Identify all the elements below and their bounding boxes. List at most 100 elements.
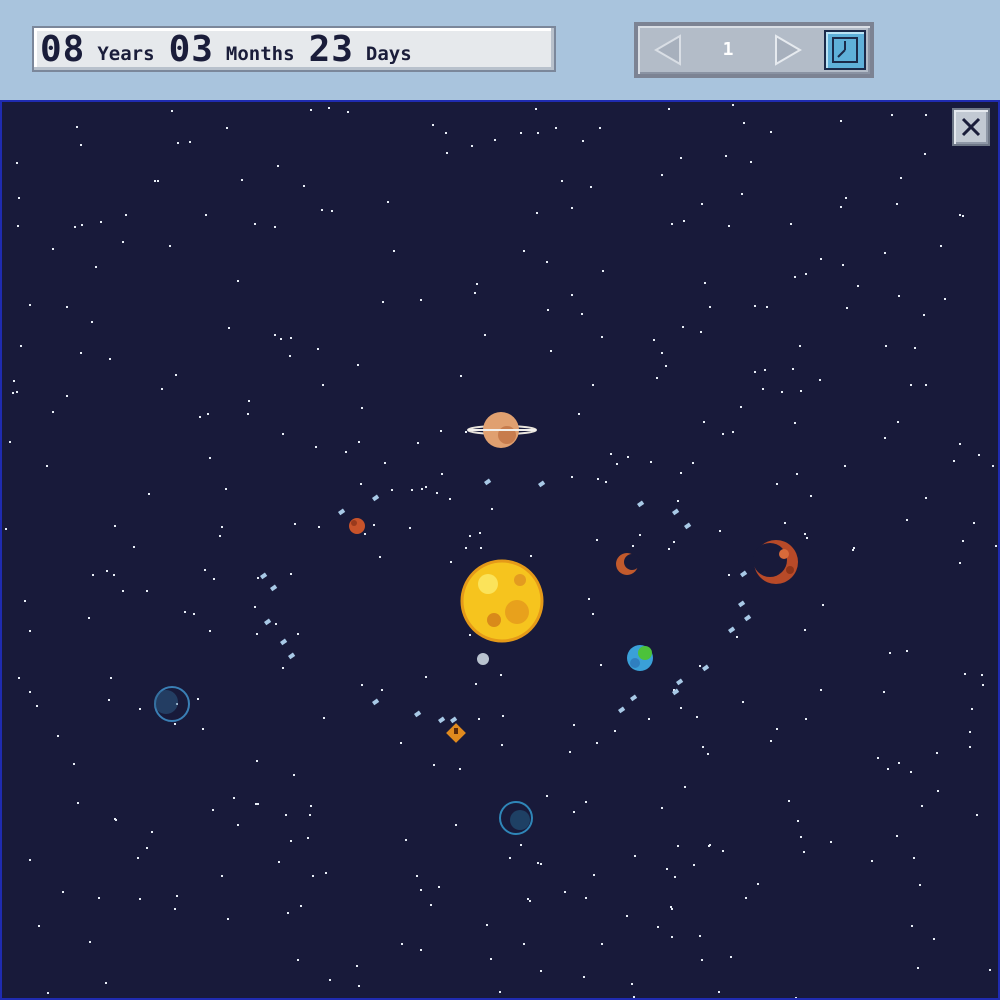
- star: [465, 547, 467, 549]
- star: [122, 241, 124, 243]
- asteroid-fragment: [372, 494, 380, 502]
- space-probe[interactable]: [446, 723, 466, 743]
- star: [436, 492, 438, 494]
- star: [820, 258, 822, 260]
- star: [52, 411, 54, 413]
- star: [209, 457, 211, 459]
- star: [80, 352, 82, 354]
- star: [910, 771, 912, 773]
- speed-up-button[interactable]: [766, 30, 810, 70]
- star: [47, 992, 49, 994]
- star: [358, 985, 360, 987]
- star: [914, 347, 916, 349]
- star: [347, 111, 349, 113]
- clock-button[interactable]: [824, 30, 866, 70]
- star: [146, 847, 148, 849]
- star: [670, 906, 672, 908]
- star: [722, 850, 724, 852]
- star: [764, 369, 766, 371]
- star: [573, 811, 575, 813]
- star: [441, 473, 443, 475]
- star: [114, 525, 116, 527]
- star: [193, 613, 195, 615]
- asteroid-fragment: [264, 618, 272, 626]
- star: [282, 433, 284, 435]
- star: [391, 489, 393, 491]
- star: [329, 979, 331, 981]
- star: [666, 868, 668, 870]
- clock-icon: [832, 37, 858, 63]
- star: [108, 699, 110, 701]
- star: [157, 180, 159, 182]
- star: [73, 763, 75, 765]
- star: [400, 742, 402, 744]
- star: [571, 294, 573, 296]
- asteroid-fragment: [288, 652, 296, 660]
- star: [133, 546, 135, 548]
- uranus[interactable]: [499, 801, 533, 835]
- star: [154, 180, 156, 182]
- star: [754, 305, 756, 307]
- crescent-planet[interactable]: [616, 553, 640, 575]
- star: [12, 392, 14, 394]
- star: [736, 636, 738, 638]
- star: [569, 751, 571, 753]
- star: [430, 904, 432, 906]
- star: [684, 786, 686, 788]
- star: [937, 790, 939, 792]
- star: [725, 155, 727, 157]
- star: [597, 478, 599, 480]
- star: [24, 600, 26, 602]
- star: [757, 883, 759, 885]
- star: [796, 473, 798, 475]
- star: [913, 857, 915, 859]
- star: [282, 667, 284, 669]
- star: [420, 889, 422, 891]
- star: [529, 900, 531, 902]
- star: [792, 368, 794, 370]
- star: [88, 617, 90, 619]
- star: [944, 298, 946, 300]
- star: [209, 630, 211, 632]
- elapsed-time-display: 08 Years 03 Months 23 Days: [32, 26, 556, 72]
- star: [693, 864, 695, 866]
- solar-system-scene: [5, 104, 997, 998]
- star: [674, 876, 676, 878]
- red-giant-planet[interactable]: [753, 540, 798, 584]
- slow-down-button[interactable]: [646, 30, 690, 70]
- star: [800, 390, 802, 392]
- star: [582, 140, 584, 142]
- star: [318, 526, 320, 528]
- neptune[interactable]: [154, 686, 190, 722]
- star: [57, 735, 59, 737]
- star: [148, 493, 150, 495]
- close-button[interactable]: [952, 108, 990, 146]
- star: [840, 120, 842, 122]
- star: [256, 633, 258, 635]
- star: [571, 476, 573, 478]
- solar-system-view[interactable]: [0, 100, 1000, 1000]
- star: [294, 523, 296, 525]
- saturn[interactable]: [467, 412, 537, 448]
- star: [750, 161, 752, 163]
- star: [387, 201, 389, 203]
- star: [962, 540, 964, 542]
- star: [479, 532, 481, 534]
- mars[interactable]: [349, 518, 365, 534]
- star: [699, 665, 701, 667]
- moon[interactable]: [477, 653, 489, 665]
- star: [673, 541, 675, 543]
- star: [877, 757, 879, 759]
- sun[interactable]: [460, 559, 544, 643]
- star: [550, 350, 552, 352]
- star: [293, 774, 295, 776]
- star: [382, 301, 384, 303]
- star: [169, 245, 171, 247]
- star: [421, 488, 423, 490]
- star: [964, 673, 966, 675]
- star: [105, 982, 107, 984]
- star: [806, 537, 808, 539]
- star: [280, 338, 282, 340]
- star: [125, 214, 127, 216]
- earth[interactable]: [627, 645, 653, 671]
